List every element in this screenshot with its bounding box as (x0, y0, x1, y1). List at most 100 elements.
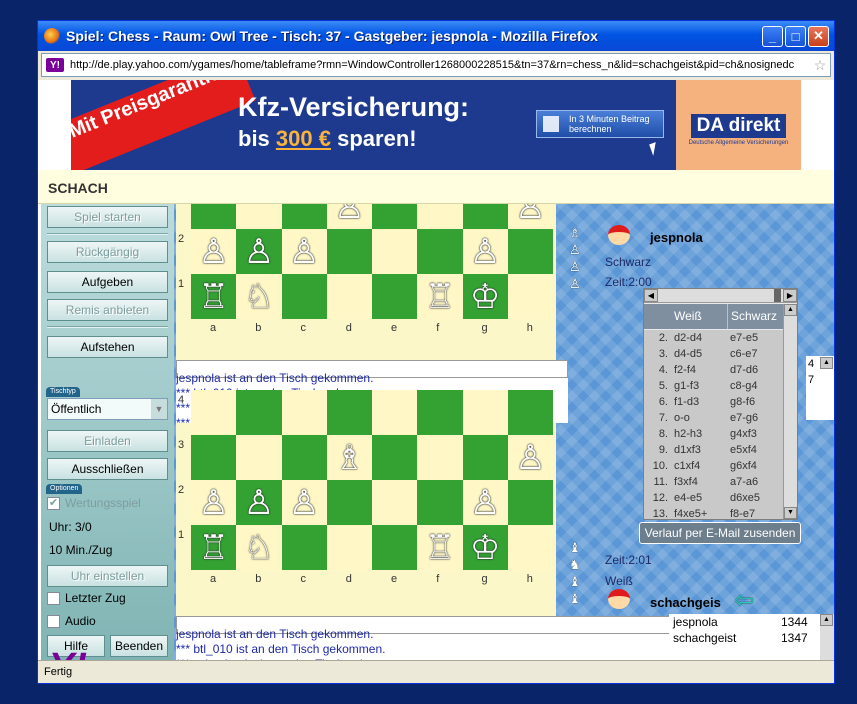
board-square[interactable] (372, 480, 418, 525)
board-square[interactable] (236, 390, 282, 435)
stand-up-button[interactable]: Aufstehen (47, 336, 168, 358)
resign-button[interactable]: Aufgeben (47, 271, 168, 293)
audio-checkbox[interactable]: Audio (47, 614, 96, 628)
board-square[interactable]: ♖ (191, 525, 237, 570)
board-square[interactable]: ♙ (507, 435, 553, 480)
board-square[interactable] (417, 435, 463, 480)
player-name-top[interactable]: jespnola (650, 230, 703, 245)
board-square[interactable] (372, 229, 418, 274)
board-square[interactable]: ♘ (236, 525, 282, 570)
board-square[interactable] (191, 390, 237, 435)
board-square[interactable]: ♔ (462, 525, 508, 570)
board-square[interactable] (191, 204, 237, 229)
rated-checkbox[interactable]: ✔ Wertungsspiel (47, 496, 141, 510)
rating-row[interactable]: schachgeist 1347 (669, 630, 834, 646)
board-square[interactable] (417, 229, 463, 274)
board-square[interactable] (372, 274, 418, 319)
board-square[interactable] (462, 204, 508, 229)
table-type-dropdown[interactable]: Öffentlich ▼ (47, 398, 168, 420)
move-row[interactable]: 3. d4-d5 c6-e7 (644, 346, 783, 362)
board-square[interactable] (417, 480, 463, 525)
move-row[interactable]: 8. h2-h3 g4xf3 (644, 426, 783, 442)
move-row[interactable]: 9. d1xf3 e5xf4 (644, 442, 783, 458)
invite-button[interactable]: Einladen (47, 430, 168, 452)
address-bar[interactable]: Y! http://de.play.yahoo.com/ygames/home/… (41, 53, 831, 77)
board-square[interactable] (417, 204, 463, 229)
board-square[interactable]: ♔ (462, 274, 508, 319)
board-square[interactable]: ♙ (236, 480, 282, 525)
title-bar[interactable]: Spiel: Chess - Raum: Owl Tree - Tisch: 3… (38, 21, 834, 51)
move-row[interactable]: 4. f2-f4 d7-d6 (644, 362, 783, 378)
board-square[interactable]: ♖ (191, 274, 237, 319)
set-clock-button[interactable]: Uhr einstellen (47, 565, 168, 587)
board-square[interactable] (326, 229, 372, 274)
board-square[interactable] (281, 390, 327, 435)
vertical-scrollbar[interactable]: ▲ ▼ (783, 304, 797, 519)
board-square[interactable]: ♙ (326, 204, 372, 229)
move-row[interactable]: 10. c1xf4 g6xf4 (644, 458, 783, 474)
board-square[interactable]: ♙ (507, 204, 553, 229)
board-square[interactable] (326, 480, 372, 525)
move-row[interactable]: 5. g1-f3 c8-g4 (644, 378, 783, 394)
email-history-button[interactable]: Verlauf per E-Mail zusenden (639, 522, 801, 544)
scroll-up-icon[interactable]: ▲ (820, 357, 833, 369)
board-square[interactable] (236, 435, 282, 480)
board-square[interactable]: ♘ (236, 274, 282, 319)
rating-row[interactable]: jespnola 1344 (669, 614, 834, 630)
board-square[interactable] (372, 204, 418, 229)
close-button[interactable]: ✕ (808, 25, 829, 47)
board-square[interactable] (507, 229, 553, 274)
chess-board-top[interactable]: 321♙♙♙♙♙♙♖♘♖♔abcdefgh (176, 204, 556, 360)
quit-button[interactable]: Beenden (110, 635, 168, 657)
exclude-button[interactable]: Ausschließen (47, 458, 168, 480)
board-square[interactable] (281, 435, 327, 480)
minimize-button[interactable]: _ (762, 25, 783, 47)
start-game-button[interactable]: Spiel starten (47, 206, 168, 228)
move-row[interactable]: 2. d2-d4 e7-e5 (644, 330, 783, 346)
board-square[interactable] (372, 435, 418, 480)
board-square[interactable] (326, 274, 372, 319)
last-move-checkbox[interactable]: Letzter Zug (47, 591, 126, 605)
board-square[interactable]: ♙ (281, 480, 327, 525)
board-square[interactable] (507, 525, 553, 570)
chevron-down-icon[interactable]: ▼ (151, 399, 167, 419)
move-row[interactable]: 7. o-o e7-g6 (644, 410, 783, 426)
move-row[interactable]: 11. f3xf4 a7-a6 (644, 474, 783, 490)
chess-board-bottom[interactable]: 4 3 2 1 ♗ ♙ ♙ ♙ ♙ ♙ ♖ ♘ ♖ ♔ a b c d e f g h (176, 390, 556, 616)
board-square[interactable] (281, 525, 327, 570)
ad-banner[interactable]: Mit Preisgarantie! Kfz-Versicherung: bis… (71, 80, 801, 170)
board-square[interactable]: ♙ (191, 229, 237, 274)
move-row[interactable]: 12. e4-e5 d6xe5 (644, 490, 783, 506)
board-square[interactable]: ♙ (236, 229, 282, 274)
board-square[interactable] (372, 390, 418, 435)
board-square[interactable] (417, 390, 463, 435)
board-square[interactable] (281, 274, 327, 319)
board-square[interactable] (507, 390, 553, 435)
board-square[interactable]: ♙ (462, 229, 508, 274)
ad-cta-button[interactable]: In 3 Minuten Beitrag berechnen (536, 110, 664, 138)
board-square[interactable] (281, 204, 327, 229)
move-history-table[interactable]: ◀ ▶ Weiß Schwarz 2. d2-d4 e7-e5 3. d4-d5 c6-e7… (643, 288, 798, 520)
board-square[interactable] (372, 525, 418, 570)
board-square[interactable] (236, 204, 282, 229)
move-row[interactable]: 13. f4xe5+ f8-e7 (644, 506, 783, 522)
bookmark-star-icon[interactable]: ☆ (810, 57, 830, 74)
board-square[interactable] (462, 390, 508, 435)
board-square[interactable]: ♖ (417, 274, 463, 319)
board-square[interactable] (462, 435, 508, 480)
vertical-scrollbar[interactable]: ▲ (820, 614, 834, 660)
board-square[interactable] (191, 435, 237, 480)
board-square[interactable] (507, 480, 553, 525)
player-ratings-list[interactable]: jespnola 1344 schachgeist 1347 ▲ (669, 614, 834, 660)
move-row[interactable]: 6. f1-d3 g8-f6 (644, 394, 783, 410)
horizontal-scrollbar[interactable]: ◀ ▶ (644, 289, 797, 303)
board-square[interactable]: ♗ (326, 435, 372, 480)
board-square[interactable]: ♙ (281, 229, 327, 274)
board-square[interactable]: ♖ (417, 525, 463, 570)
board-square[interactable]: ♙ (191, 480, 237, 525)
undo-button[interactable]: Rückgängig (47, 241, 168, 263)
player-name-bottom[interactable]: schachgeis (650, 595, 721, 610)
offer-draw-button[interactable]: Remis anbieten (47, 299, 168, 321)
board-square[interactable] (507, 274, 553, 319)
url-text[interactable]: http://de.play.yahoo.com/ygames/home/tab… (70, 59, 810, 71)
